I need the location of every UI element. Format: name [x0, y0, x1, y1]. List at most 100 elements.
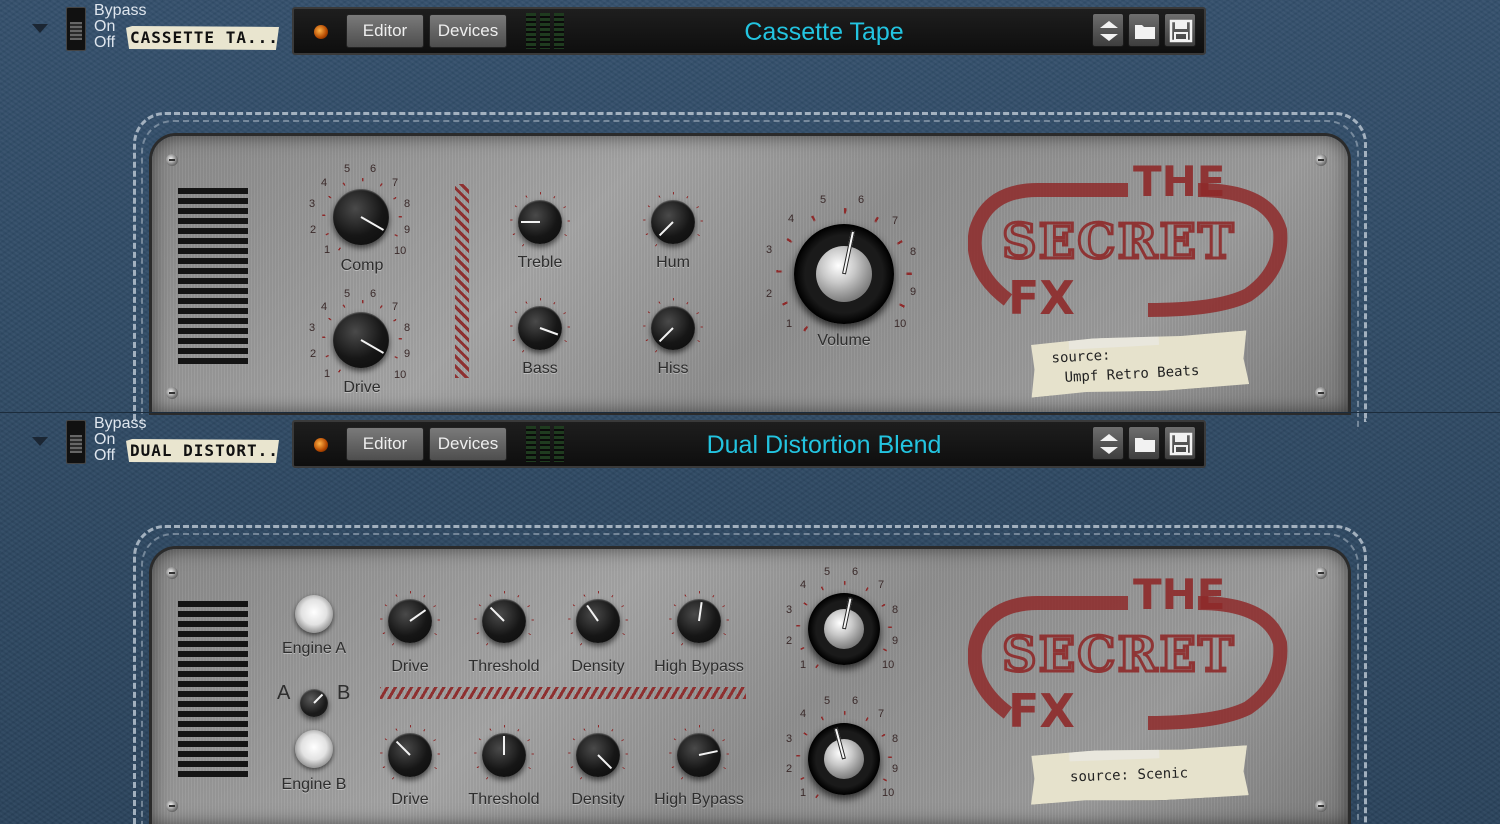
preset-up-down-icon[interactable] — [1092, 426, 1124, 460]
devices-button[interactable]: Devices — [429, 427, 507, 461]
engine-b-high-bypass-knob[interactable] — [677, 733, 721, 777]
knob-pointer — [539, 327, 559, 336]
editor-button[interactable]: Editor — [346, 14, 424, 48]
scale-tick: 2 — [786, 635, 793, 647]
engine-a-label: Engine A — [281, 640, 347, 657]
scale-tick: 6 — [858, 194, 865, 206]
preset-name[interactable]: Cassette Tape — [584, 15, 1064, 49]
bypass-switch[interactable] — [66, 7, 86, 51]
source-label: source: Scenic — [1069, 765, 1189, 786]
scale-tick: 4 — [788, 213, 795, 225]
scale-tick: 1 — [324, 244, 331, 256]
device-panel: Comp 1 2 3 4 5 6 7 8 9 10 Drive 1 2 3 4 … — [152, 136, 1348, 412]
source-name: Umpf Retro Beats — [1064, 362, 1200, 386]
comp-knob[interactable] — [333, 189, 389, 245]
speaker-grille — [178, 188, 248, 366]
scale-tick: 3 — [766, 244, 773, 256]
hiss-knob[interactable] — [651, 306, 695, 350]
knob-pointer — [409, 609, 427, 622]
engine-b-density-knob[interactable] — [576, 733, 620, 777]
scale-tick: 8 — [404, 198, 411, 210]
scale-tick: 7 — [392, 177, 399, 189]
preset-up-down-icon[interactable] — [1092, 13, 1124, 47]
drive-knob[interactable] — [333, 312, 389, 368]
knob-pointer — [503, 736, 505, 755]
engine-a-button[interactable] — [295, 595, 333, 633]
hiss-label: Hiss — [657, 360, 689, 377]
hazard-stripe — [455, 184, 469, 378]
logo-the-text: THE — [1133, 570, 1226, 619]
device-name-tape-label[interactable]: CASSETTE TA... — [126, 26, 279, 50]
screw-icon — [1315, 567, 1327, 579]
knob-pointer — [489, 606, 505, 622]
scale-tick: 10 — [394, 245, 407, 257]
collapse-arrow-icon[interactable] — [32, 437, 48, 446]
engine-a-high-bypass-knob[interactable] — [677, 599, 721, 643]
scale-tick: 10 — [894, 318, 907, 330]
engine-a-threshold-knob[interactable] — [482, 599, 526, 643]
scale-tick: 1 — [800, 787, 807, 799]
bypass-switch-slot[interactable] — [70, 22, 82, 40]
scale-tick: 4 — [321, 301, 328, 313]
knob-pointer — [586, 604, 599, 622]
screw-icon — [166, 154, 178, 166]
source-label: source: — [1051, 347, 1111, 367]
knob-pointer — [658, 327, 674, 343]
folder-icon[interactable] — [1128, 13, 1160, 47]
ab-blend-knob[interactable] — [300, 689, 328, 717]
scale-tick: 10 — [394, 369, 407, 381]
engine-b-drive-knob[interactable] — [388, 733, 432, 777]
scale-tick: 9 — [404, 224, 411, 236]
source-note: source: Scenic — [1029, 745, 1249, 805]
hum-knob[interactable] — [651, 200, 695, 244]
device-name-tape-label[interactable]: DUAL DISTORT... — [126, 439, 279, 463]
level-meter — [526, 426, 564, 462]
scale-tick: 9 — [404, 348, 411, 360]
collapse-arrow-icon[interactable] — [32, 24, 48, 33]
power-led-icon — [314, 25, 328, 39]
bass-knob[interactable] — [518, 306, 562, 350]
engine-a-density-knob[interactable] — [576, 599, 620, 643]
volume-knob[interactable] — [794, 224, 894, 324]
engine-a-output-knob[interactable] — [808, 593, 880, 665]
device-toolbar: Editor Devices Cassette Tape — [292, 7, 1206, 55]
engine-b-button[interactable] — [295, 730, 333, 768]
engine-b-threshold-knob[interactable] — [482, 733, 526, 777]
scale-tick: 3 — [309, 322, 316, 334]
speaker-grille — [178, 601, 248, 779]
scale-tick: 1 — [800, 659, 807, 671]
screw-icon — [166, 567, 178, 579]
editor-button[interactable]: Editor — [346, 427, 424, 461]
engine-b-output-knob[interactable] — [808, 723, 880, 795]
hum-label: Hum — [656, 254, 690, 271]
the-secret-fx-logo: THE SECRET FX — [968, 570, 1288, 733]
logo-secret-text: SECRET — [1002, 627, 1236, 683]
scale-tick: 6 — [370, 163, 377, 175]
bypass-switch-slot[interactable] — [70, 435, 82, 453]
knob-pointer — [360, 339, 385, 354]
scale-tick: 5 — [344, 163, 351, 175]
device-toolbar: Editor Devices Dual Distortion Blend — [292, 420, 1206, 468]
preset-name[interactable]: Dual Distortion Blend — [584, 428, 1064, 462]
logo-secret-text: SECRET — [1002, 214, 1236, 270]
tape-strip — [1068, 329, 1159, 350]
scale-tick: 9 — [910, 286, 917, 298]
folder-icon[interactable] — [1128, 426, 1160, 460]
ab-letter-a: A — [277, 682, 291, 704]
engine-a-drive-knob[interactable] — [388, 599, 432, 643]
save-icon[interactable] — [1164, 426, 1196, 460]
engine-a-high-bypass-label: High Bypass — [654, 658, 744, 675]
knob-pointer — [313, 693, 324, 704]
save-icon[interactable] — [1164, 13, 1196, 47]
scale-tick: 9 — [892, 763, 899, 775]
knob-pointer — [521, 221, 540, 223]
scale-tick: 7 — [878, 579, 885, 591]
logo-fx-text: FX — [1008, 271, 1075, 320]
treble-knob[interactable] — [518, 200, 562, 244]
scale-tick: 1 — [324, 368, 331, 380]
level-meter — [526, 13, 564, 49]
devices-button[interactable]: Devices — [429, 14, 507, 48]
bypass-switch[interactable] — [66, 420, 86, 464]
scale-tick: 8 — [404, 322, 411, 334]
screw-icon — [1315, 800, 1327, 812]
